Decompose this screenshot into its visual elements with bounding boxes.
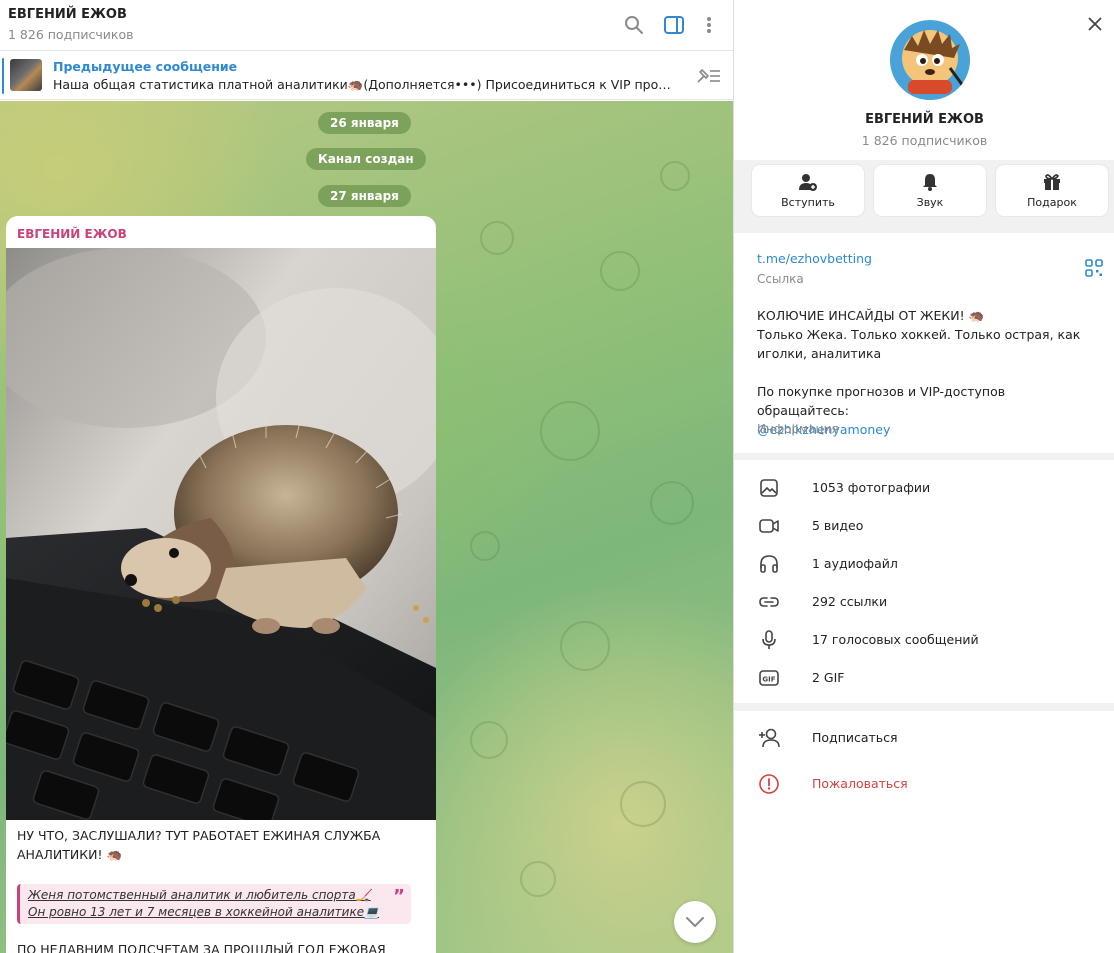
media-photos[interactable]: 1053 фотографии bbox=[734, 469, 1114, 507]
subscribe-button[interactable]: Подписаться bbox=[734, 716, 1114, 760]
doodle-circle bbox=[520, 861, 556, 897]
chat-subscriber-count: 1 826 подписчиков bbox=[8, 27, 134, 42]
gif-badge-text: GIF bbox=[762, 676, 775, 684]
doodle-circle bbox=[660, 161, 690, 191]
gift-button[interactable]: Подарок bbox=[996, 165, 1108, 216]
pinned-title: Предыдущее сообщение bbox=[53, 59, 238, 74]
media-voice[interactable]: 17 голосовых сообщений bbox=[734, 621, 1114, 659]
report-label: Пожаловаться bbox=[812, 776, 908, 791]
video-icon bbox=[759, 519, 779, 533]
media-videos-label: 5 видео bbox=[812, 518, 864, 533]
link-icon bbox=[759, 597, 779, 607]
pinned-thumbnail bbox=[10, 59, 42, 91]
sound-label: Звук bbox=[916, 196, 944, 209]
channel-info-panel: ЕВГЕНИЙ ЕЖОВ 1 826 подписчиков Вступить … bbox=[733, 0, 1114, 953]
media-links[interactable]: 292 ссылки bbox=[734, 583, 1114, 621]
toggle-sidebar-button[interactable] bbox=[662, 13, 686, 37]
qr-code-button[interactable] bbox=[1085, 259, 1103, 277]
microphone-icon bbox=[762, 630, 776, 649]
search-icon bbox=[625, 16, 643, 34]
media-photos-label: 1053 фотографии bbox=[812, 480, 931, 495]
pin-list-icon bbox=[697, 69, 720, 83]
headphones-icon bbox=[760, 555, 778, 573]
media-videos[interactable]: 5 видео bbox=[734, 507, 1114, 545]
gift-icon bbox=[1044, 174, 1060, 190]
add-user-icon bbox=[799, 174, 817, 191]
media-audio[interactable]: 1 аудиофайл bbox=[734, 545, 1114, 583]
description-text: КОЛЮЧИЕ ИНСАЙДЫ ОТ ЖЕКИ! 🦔 Только Жека. … bbox=[757, 308, 1081, 418]
media-gifs[interactable]: GIF 2 GIF bbox=[734, 659, 1114, 697]
message-text: НУ ЧТО, ЗАСЛУШАЛИ? ТУТ РАБОТАЕТ ЕЖИНАЯ С… bbox=[17, 828, 381, 862]
media-audio-label: 1 аудиофайл bbox=[812, 556, 898, 571]
doodle-circle bbox=[650, 481, 694, 525]
doodle-circle bbox=[470, 721, 508, 759]
media-gifs-label: 2 GIF bbox=[812, 670, 845, 685]
media-voice-label: 17 голосовых сообщений bbox=[812, 632, 979, 647]
channel-link[interactable]: t.me/ezhovbetting bbox=[757, 251, 872, 266]
actions-section: Подписаться Пожаловаться bbox=[734, 711, 1114, 953]
hedgehog-photo bbox=[6, 248, 436, 820]
service-message: Канал создан bbox=[306, 148, 426, 170]
channel-description: КОЛЮЧИЕ ИНСАЙДЫ ОТ ЖЕКИ! 🦔 Только Жека. … bbox=[757, 306, 1097, 439]
report-button[interactable]: Пожаловаться bbox=[734, 762, 1114, 806]
close-icon bbox=[1088, 17, 1102, 31]
message-text-continued: ПО НЕДАВНИМ ПОДСЧЕТАМ ЗА ПРОШЛЫЙ ГОД ЕЖО… bbox=[17, 942, 386, 953]
media-section: 1053 фотографии 5 видео 1 аудиофайл 292 … bbox=[734, 460, 1114, 703]
join-label: Вступить bbox=[781, 196, 835, 209]
quote-line[interactable]: Женя потомственный аналитик и любитель с… bbox=[28, 888, 371, 902]
quote-line[interactable]: Он ровно 13 лет и 7 месяцев в хоккейной … bbox=[28, 905, 379, 919]
info-caption: Информация bbox=[757, 422, 839, 436]
media-links-label: 292 ссылки bbox=[812, 594, 888, 609]
date-separator: 27 января bbox=[318, 185, 411, 207]
subscribe-icon bbox=[759, 728, 780, 748]
scroll-to-bottom-button[interactable] bbox=[674, 901, 716, 943]
profile-section: ЕВГЕНИЙ ЕЖОВ 1 826 подписчиков Вступить … bbox=[734, 0, 1114, 233]
channel-subscriber-count: 1 826 подписчиков bbox=[861, 133, 988, 148]
pinned-indicator bbox=[2, 58, 4, 94]
bell-icon bbox=[923, 174, 937, 191]
doodle-circle bbox=[620, 781, 666, 827]
sidebar-icon bbox=[664, 16, 684, 34]
photo-icon bbox=[760, 479, 778, 497]
channel-message[interactable]: ЕВГЕНИЙ ЕЖОВ НУ ЧТО, ЗАСЛУШАЛИ? ТУТ РАБО… bbox=[6, 216, 436, 953]
more-vertical-icon bbox=[707, 17, 711, 33]
pinned-list-button[interactable] bbox=[694, 66, 722, 86]
search-button[interactable] bbox=[622, 13, 646, 37]
message-quote: Женя потомственный аналитик и любитель с… bbox=[17, 884, 411, 924]
info-section: t.me/ezhovbetting Ссылка КОЛЮЧИЕ ИНСАЙДЫ… bbox=[734, 233, 1114, 453]
subscribe-label: Подписаться bbox=[812, 730, 898, 745]
qr-code-icon bbox=[1085, 259, 1103, 277]
channel-avatar[interactable] bbox=[890, 20, 970, 100]
gift-label: Подарок bbox=[1027, 196, 1077, 209]
close-panel-button[interactable] bbox=[1085, 14, 1105, 34]
pinned-text: Наша общая статистика платной аналитики🦔… bbox=[53, 77, 678, 92]
chat-header[interactable]: ЕВГЕНИЙ ЕЖОВ 1 826 подписчиков bbox=[0, 0, 733, 51]
sound-button[interactable]: Звук bbox=[874, 165, 986, 216]
chat-title[interactable]: ЕВГЕНИЙ ЕЖОВ bbox=[8, 7, 127, 22]
doodle-circle bbox=[480, 221, 514, 255]
join-button[interactable]: Вступить bbox=[752, 165, 864, 216]
chevron-down-icon bbox=[686, 917, 704, 927]
doodle-circle bbox=[560, 621, 610, 671]
message-photo[interactable] bbox=[6, 248, 436, 820]
hedgehog-avatar-icon bbox=[890, 20, 970, 100]
doodle-circle bbox=[600, 251, 640, 291]
pinned-message-bar[interactable]: Предыдущее сообщение Наша общая статисти… bbox=[0, 52, 733, 100]
quote-mark-icon: ” bbox=[393, 886, 405, 907]
report-icon bbox=[759, 774, 779, 794]
doodle-ball bbox=[540, 401, 600, 461]
doodle-circle bbox=[470, 531, 500, 561]
date-separator: 26 января bbox=[318, 112, 411, 134]
chat-area: ЕВГЕНИЙ ЕЖОВ 1 826 подписчиков Предыдуще… bbox=[0, 0, 733, 953]
link-caption: Ссылка bbox=[757, 272, 804, 286]
message-author[interactable]: ЕВГЕНИЙ ЕЖОВ bbox=[17, 227, 127, 241]
more-menu-button[interactable] bbox=[697, 13, 721, 37]
channel-name: ЕВГЕНИЙ ЕЖОВ bbox=[865, 112, 984, 127]
gif-icon: GIF bbox=[759, 670, 779, 686]
